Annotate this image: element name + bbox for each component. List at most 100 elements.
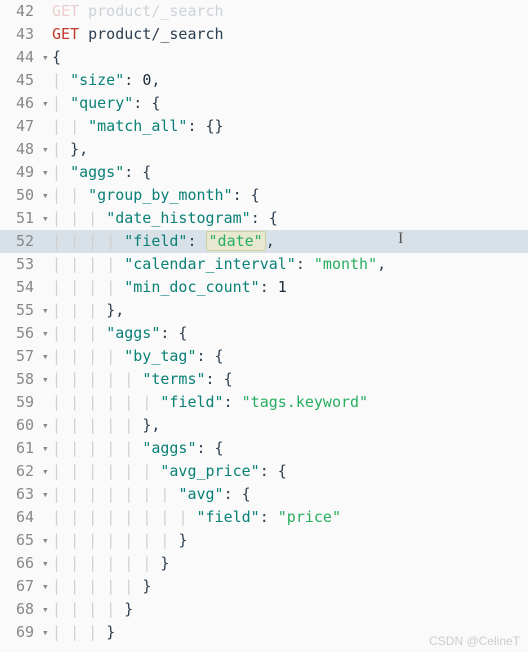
code-line[interactable]: 54| | | | "min_doc_count": 1 [0, 276, 528, 299]
code-line[interactable]: 63▾| | | | | | | "avg": { [0, 483, 528, 506]
fold-toggle-icon[interactable]: ▾ [42, 368, 52, 391]
code-line[interactable]: 57▾| | | | "by_tag": { [0, 345, 528, 368]
fold-toggle-icon[interactable]: ▾ [42, 529, 52, 552]
code-line[interactable]: 62▾| | | | | | "avg_price": { [0, 460, 528, 483]
code-line[interactable]: 51▾| | | "date_histogram": { [0, 207, 528, 230]
code-line[interactable]: 47 | | "match_all": {} [0, 115, 528, 138]
line-number: 53 [0, 253, 42, 276]
line-number: 47 [0, 115, 42, 138]
fold-toggle-icon[interactable]: ▾ [42, 552, 52, 575]
fold-toggle-icon[interactable]: ▾ [42, 184, 52, 207]
text-cursor-icon: I [398, 230, 403, 248]
fold-toggle-icon[interactable]: ▾ [42, 483, 52, 506]
line-number: 64 [0, 506, 42, 529]
fold-toggle-icon[interactable]: ▾ [42, 598, 52, 621]
code-line[interactable]: 49▾| "aggs": { [0, 161, 528, 184]
fold-toggle-icon[interactable]: ▾ [42, 575, 52, 598]
fold-toggle-icon[interactable]: ▾ [42, 414, 52, 437]
code-line[interactable]: 53 | | | | "calendar_interval": "month", [0, 253, 528, 276]
code-content[interactable]: { [52, 46, 61, 69]
fold-toggle-icon [42, 276, 52, 299]
code-content[interactable]: | "size": 0, [52, 69, 160, 92]
code-line[interactable]: 43 GET product/_search [0, 23, 528, 46]
line-number: 69 [0, 621, 42, 644]
fold-toggle-icon[interactable]: ▾ [42, 92, 52, 115]
code-content[interactable]: | | | | | } [52, 575, 151, 598]
fold-toggle-icon [42, 0, 52, 23]
line-number: 66 [0, 552, 42, 575]
code-line[interactable]: 66▾| | | | | | } [0, 552, 528, 575]
code-line[interactable]: 65▾| | | | | | | } [0, 529, 528, 552]
code-line[interactable]: 45 | "size": 0, [0, 69, 528, 92]
fold-toggle-icon[interactable]: ▾ [42, 621, 52, 644]
line-number: 44 [0, 46, 42, 69]
line-number: 59 [0, 391, 42, 414]
fold-toggle-icon[interactable]: ▾ [42, 46, 52, 69]
fold-toggle-icon [42, 69, 52, 92]
line-number: 55 [0, 299, 42, 322]
code-line[interactable]: 44▾{ [0, 46, 528, 69]
code-line[interactable]: 52 | | | | "field": "date", [0, 230, 528, 253]
code-content[interactable]: | | | | | }, [52, 414, 160, 437]
code-line[interactable]: 68▾| | | | } [0, 598, 528, 621]
code-content[interactable]: | | | | | | "avg_price": { [52, 460, 287, 483]
code-line[interactable]: 61▾| | | | | "aggs": { [0, 437, 528, 460]
code-content[interactable]: | | | | "by_tag": { [52, 345, 224, 368]
line-number: 56 [0, 322, 42, 345]
code-line[interactable]: 50▾| | "group_by_month": { [0, 184, 528, 207]
code-content[interactable]: | | | | "calendar_interval": "month", [52, 253, 386, 276]
code-content[interactable]: | | "match_all": {} [52, 115, 224, 138]
code-line[interactable]: 42GET product/_search [0, 0, 528, 23]
code-content[interactable]: | | | | "field": "date", [52, 230, 275, 253]
code-line[interactable]: 48▾| }, [0, 138, 528, 161]
line-number: 57 [0, 345, 42, 368]
code-editor[interactable]: 42GET product/_search43 GET product/_sear… [0, 0, 528, 644]
code-content[interactable]: | | | | | | "field": "tags.keyword" [52, 391, 368, 414]
code-line[interactable]: 56▾| | | "aggs": { [0, 322, 528, 345]
code-content[interactable]: | | | "aggs": { [52, 322, 187, 345]
code-content[interactable]: | }, [52, 138, 88, 161]
code-line[interactable]: 55▾| | | }, [0, 299, 528, 322]
code-content[interactable]: | | | | | | } [52, 552, 169, 575]
line-number: 60 [0, 414, 42, 437]
fold-toggle-icon[interactable]: ▾ [42, 460, 52, 483]
line-number: 68 [0, 598, 42, 621]
line-number: 51 [0, 207, 42, 230]
line-number: 58 [0, 368, 42, 391]
code-content[interactable]: | | | | | | | | "field": "price" [52, 506, 341, 529]
fold-toggle-icon[interactable]: ▾ [42, 138, 52, 161]
fold-toggle-icon[interactable]: ▾ [42, 299, 52, 322]
fold-toggle-icon [42, 23, 52, 46]
code-line[interactable]: 67▾| | | | | } [0, 575, 528, 598]
code-line[interactable]: 64 | | | | | | | | "field": "price" [0, 506, 528, 529]
line-number: 45 [0, 69, 42, 92]
line-number: 65 [0, 529, 42, 552]
code-content[interactable]: | "aggs": { [52, 161, 151, 184]
code-content[interactable]: GET product/_search [52, 0, 224, 23]
code-content[interactable]: GET product/_search [52, 23, 224, 46]
code-content[interactable]: | | | | } [52, 598, 133, 621]
code-line[interactable]: 46▾| "query": { [0, 92, 528, 115]
code-content[interactable]: | | | | "min_doc_count": 1 [52, 276, 287, 299]
line-number: 63 [0, 483, 42, 506]
code-content[interactable]: | | | | | | | } [52, 529, 187, 552]
line-number: 43 [0, 23, 42, 46]
line-number: 52 [0, 230, 42, 253]
fold-toggle-icon[interactable]: ▾ [42, 345, 52, 368]
code-content[interactable]: | | "group_by_month": { [52, 184, 260, 207]
code-content[interactable]: | "query": { [52, 92, 160, 115]
code-line[interactable]: 59 | | | | | | "field": "tags.keyword" [0, 391, 528, 414]
code-line[interactable]: 60▾| | | | | }, [0, 414, 528, 437]
code-content[interactable]: | | | "date_histogram": { [52, 207, 278, 230]
line-number: 61 [0, 437, 42, 460]
fold-toggle-icon[interactable]: ▾ [42, 207, 52, 230]
code-content[interactable]: | | | | | "aggs": { [52, 437, 224, 460]
code-line[interactable]: 58▾| | | | | "terms": { [0, 368, 528, 391]
code-content[interactable]: | | | | | "terms": { [52, 368, 233, 391]
fold-toggle-icon[interactable]: ▾ [42, 161, 52, 184]
fold-toggle-icon[interactable]: ▾ [42, 322, 52, 345]
code-content[interactable]: | | | }, [52, 299, 124, 322]
code-content[interactable]: | | | | | | | "avg": { [52, 483, 251, 506]
fold-toggle-icon[interactable]: ▾ [42, 437, 52, 460]
code-content[interactable]: | | | } [52, 621, 115, 644]
